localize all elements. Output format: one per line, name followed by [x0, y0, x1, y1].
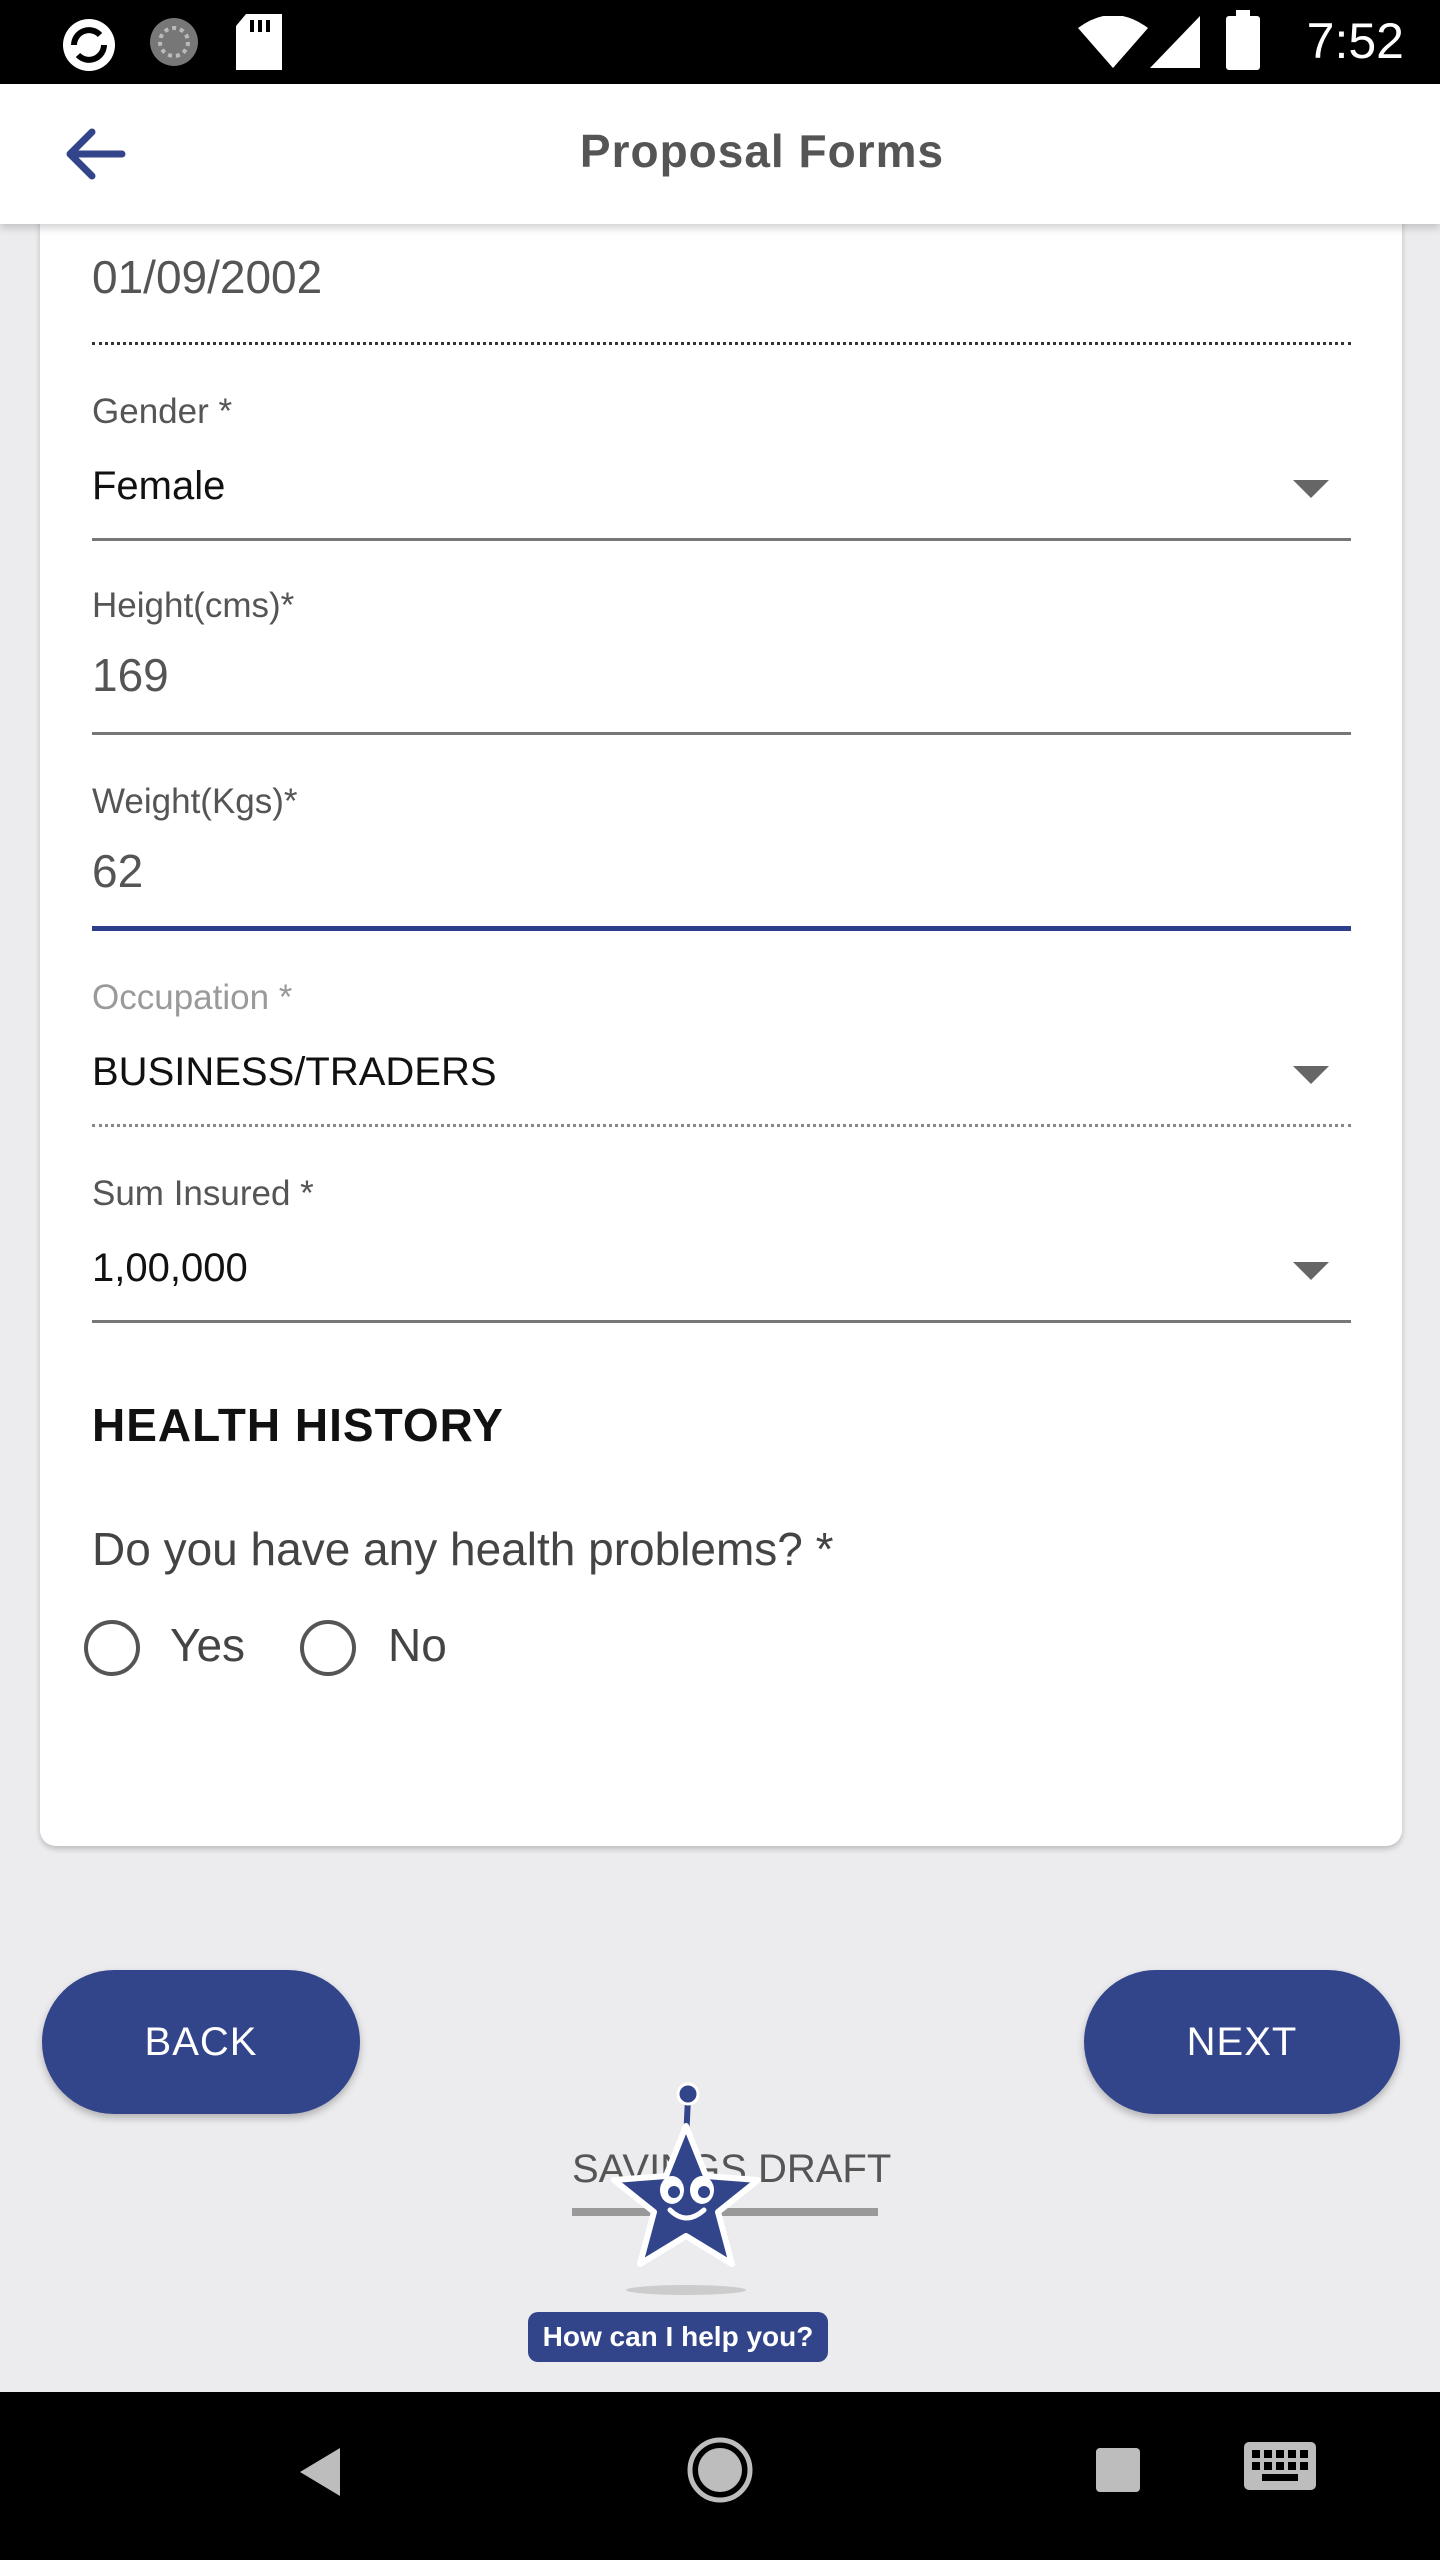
- dob-value: 01/09/2002: [92, 251, 323, 303]
- dob-field[interactable]: 01/09/2002: [92, 250, 1351, 350]
- signal-icon: [1150, 16, 1200, 68]
- sync-icon: [63, 19, 115, 71]
- back-button[interactable]: BACK: [42, 1970, 360, 2114]
- wifi-icon: [1078, 16, 1148, 68]
- gender-value: Female: [92, 464, 226, 508]
- gender-underline: [92, 538, 1351, 541]
- gender-label: Gender *: [92, 392, 233, 431]
- occupation-label: Occupation *: [92, 978, 293, 1017]
- battery-icon: [1226, 10, 1260, 70]
- sum-insured-value: 1,00,000: [92, 1246, 248, 1290]
- height-label: Height(cms)*: [92, 586, 295, 625]
- weight-label: Weight(Kgs)*: [92, 782, 298, 821]
- help-bubble[interactable]: How can I help you?: [528, 2312, 828, 2362]
- status-time: 7:52: [1306, 13, 1404, 69]
- occupation-underline: [92, 1124, 1351, 1127]
- next-button[interactable]: NEXT: [1084, 1970, 1400, 2114]
- weight-input[interactable]: Weight(Kgs)* 62: [92, 776, 1351, 936]
- system-nav-bar: [0, 2392, 1440, 2560]
- nav-back-icon[interactable]: [296, 2444, 344, 2500]
- health-question: Do you have any health problems? *: [92, 1523, 834, 1575]
- height-value: 169: [92, 649, 169, 701]
- radio-label-no[interactable]: No: [388, 1618, 447, 1672]
- dob-underline: [92, 342, 1351, 345]
- app-bar: Proposal Forms: [0, 84, 1440, 224]
- nav-recents-icon[interactable]: [1096, 2448, 1140, 2492]
- gender-select[interactable]: Gender * Female: [92, 386, 1351, 546]
- radio-button[interactable]: [300, 1620, 356, 1676]
- mascot-icon: SAVINGS DRAFT: [572, 2082, 891, 2295]
- nav-home-icon[interactable]: [686, 2436, 754, 2504]
- occupation-select[interactable]: Occupation * BUSINESS/TRADERS: [92, 972, 1351, 1132]
- occupation-value: BUSINESS/TRADERS: [92, 1050, 497, 1094]
- radio-button[interactable]: [84, 1620, 140, 1676]
- sum-insured-select[interactable]: Sum Insured * 1,00,000: [92, 1168, 1351, 1328]
- section-heading: HEALTH HISTORY: [92, 1399, 504, 1451]
- status-bar: 7:52: [0, 0, 1440, 84]
- page-title: Proposal Forms: [579, 125, 945, 177]
- sum-insured-label: Sum Insured *: [92, 1174, 314, 1213]
- sd-card-icon: [236, 14, 282, 70]
- radio-label-yes[interactable]: Yes: [170, 1618, 245, 1672]
- sum-insured-underline: [92, 1320, 1351, 1323]
- weight-value: 62: [92, 845, 144, 897]
- height-underline: [92, 732, 1351, 735]
- proposal-form-card: 01/09/2002 Gender * Female Height(cms)* …: [40, 200, 1402, 1846]
- chevron-down-icon: [1293, 1262, 1329, 1280]
- loading-icon: [150, 18, 198, 66]
- height-input[interactable]: Height(cms)* 169: [92, 580, 1351, 740]
- chat-assistant-widget[interactable]: SAVINGS DRAFT How can I help you?: [520, 2080, 920, 2370]
- keyboard-icon[interactable]: [1244, 2442, 1316, 2498]
- chevron-down-icon: [1293, 1066, 1329, 1084]
- weight-underline: [92, 926, 1351, 931]
- chevron-down-icon: [1293, 480, 1329, 498]
